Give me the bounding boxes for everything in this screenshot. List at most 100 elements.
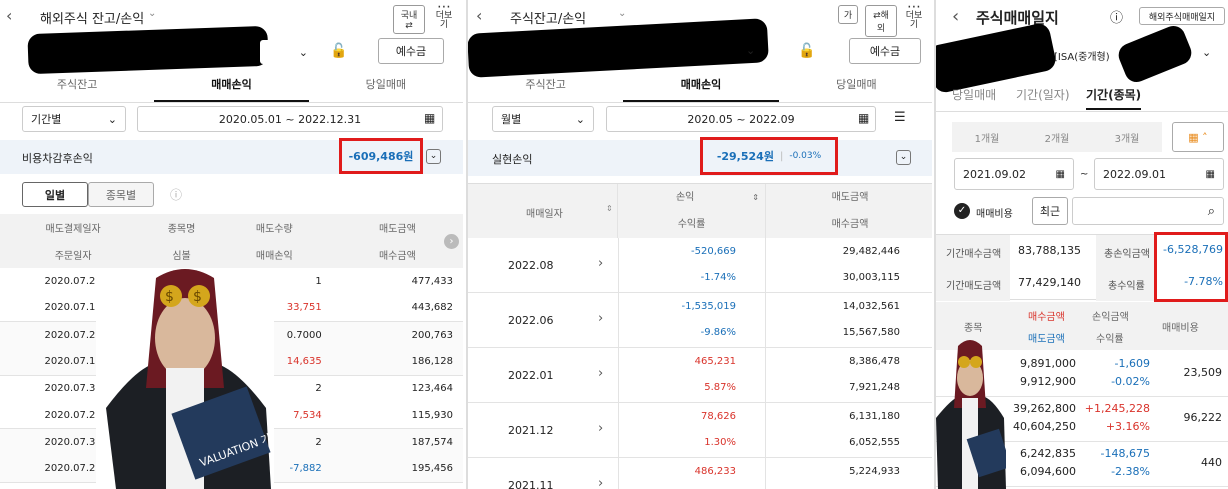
quick-1-month[interactable]: 1개월 [952, 130, 1022, 145]
col-header-date[interactable]: 매매일자 ⇕ [468, 184, 618, 238]
overseas-journal-button[interactable]: 해외주식매매일지 [1139, 7, 1225, 25]
tab-stock-balance[interactable]: 주식잔고 [0, 76, 154, 102]
stat-rate-value: -7.78% [1184, 275, 1223, 288]
col-header: 매매손익 [255, 250, 293, 262]
stat-buy-label: 기간매수금액 [946, 249, 1002, 260]
period-select[interactable]: 월별 ⌄ [492, 106, 594, 132]
account-select[interactable]: ⌄ [260, 40, 316, 64]
col-header[interactable]: 매도수량 [217, 214, 332, 240]
more-button[interactable]: ⋯ 더보기 [902, 0, 926, 30]
row-sell: 29,482,446 [842, 246, 900, 257]
row-sell: 8,386,478 [849, 356, 900, 367]
calendar-icon[interactable]: ▦ [858, 111, 869, 125]
main-tabs: 주식잔고 매매손익 당일매매 [468, 76, 932, 103]
summary-highlight: -609,486원 [339, 138, 423, 174]
more-button[interactable]: ⋯ 더보기 [432, 0, 456, 30]
tab-by-stock[interactable]: 종목별 [88, 182, 154, 207]
col-header[interactable]: 매도금액 [332, 214, 463, 240]
stat-buy-value: 83,788,135 [1018, 244, 1081, 257]
tab-today-trade[interactable]: 당일매매 [309, 76, 463, 102]
account-chevron-icon[interactable]: ⌄ [746, 44, 755, 57]
tab-period-stock[interactable]: 기간(종목) [1086, 86, 1142, 110]
row-rate: -2.38% [1111, 465, 1150, 478]
period-select[interactable]: 기간별 ⌄ [22, 106, 126, 132]
person-photo-small [936, 338, 1006, 489]
back-icon[interactable]: ‹ [476, 6, 482, 25]
month-row[interactable]: 2022.06 › -1,535,019 -9.86% 14,032,561 1… [468, 293, 932, 348]
row-buy: 30,003,115 [842, 272, 900, 283]
deposit-button[interactable]: 예수금 [849, 38, 921, 64]
stat-rate-label: 총수익률 [1108, 281, 1145, 292]
col-header-rate: 수익률 [618, 211, 766, 238]
date-range-field[interactable]: 2020.05 ~ 2022.09 [606, 106, 876, 132]
deposit-button[interactable]: 예수금 [378, 38, 444, 64]
month-row[interactable]: 2022.08 › -520,669 -1.74% 29,482,446 30,… [468, 238, 932, 293]
col-header-buy: 매수금액 [766, 211, 932, 238]
recent-button[interactable]: 최근 [1032, 197, 1068, 225]
expand-icon[interactable]: ⌄ [896, 150, 911, 165]
calendar-toggle-button[interactable]: ▦ ˄ [1172, 122, 1224, 152]
summary-label: 실현손익 [492, 153, 533, 166]
tab-trade-pl[interactable]: 매매손익 [623, 76, 779, 102]
chevron-right-icon[interactable]: › [598, 421, 603, 436]
person-photo-small-image [936, 340, 1006, 489]
col-header[interactable]: 종목명 [146, 214, 217, 240]
row-pl: +1,245,228 [1084, 402, 1150, 415]
tab-trade-pl[interactable]: 매매손익 [154, 76, 309, 102]
col-header-pl[interactable]: 손익 ⇕ [618, 184, 766, 211]
fee-checkbox[interactable]: ✓ [954, 203, 970, 219]
quick-2-month[interactable]: 2개월 [1022, 130, 1092, 145]
chevron-right-icon[interactable]: › [598, 311, 603, 326]
row-fee: 96,222 [1183, 411, 1223, 424]
quick-3-month[interactable]: 3개월 [1092, 130, 1162, 145]
col-header-sell: 매도금액 [1028, 334, 1065, 345]
col-header: 매수금액 [378, 250, 416, 262]
row-fee: 23,509 [1183, 366, 1223, 379]
tab-daily[interactable]: 일별 [22, 182, 88, 207]
row-fee: 440 [1201, 456, 1222, 469]
stock-search-input[interactable]: ⌕ [1072, 197, 1224, 225]
account-chevron-icon[interactable]: ⌄ [1202, 46, 1211, 59]
col-header[interactable]: 매도결제일자 [0, 214, 146, 240]
back-icon[interactable]: ‹ [6, 6, 12, 25]
date-range-field[interactable]: 2020.05.01 ~ 2022.12.31 [137, 106, 443, 132]
expand-icon[interactable]: ⌄ [426, 149, 441, 164]
stat-sell-label: 기간매도금액 [946, 281, 1002, 292]
chevron-right-icon[interactable]: › [598, 366, 603, 381]
tab-period-date[interactable]: 기간(일자) [1016, 86, 1070, 103]
scroll-right-icon[interactable]: › [444, 234, 459, 249]
col-header: 주문일자 [54, 250, 92, 262]
calendar-icon[interactable]: ▦ [424, 111, 435, 125]
row-buy: 15,567,580 [842, 327, 900, 338]
font-size-button[interactable]: 가 [838, 5, 858, 24]
start-date-field[interactable]: 2021.09.02 ▦ [954, 158, 1074, 190]
chevron-down-icon[interactable]: ⌄ [148, 8, 156, 19]
row-amount: 443,682 [331, 294, 463, 323]
back-icon[interactable]: ‹ [952, 6, 959, 27]
filter-settings-icon[interactable]: ☰ [894, 110, 906, 125]
month-row[interactable]: 2021.11 › 486,233 5,224,933 [468, 458, 932, 489]
domestic-toggle-button[interactable]: 국내⇄ [393, 5, 425, 34]
stat-sell-value: 77,429,140 [1018, 276, 1081, 289]
row-amount: 200,763 [411, 329, 453, 341]
chevron-right-icon[interactable]: › [598, 476, 603, 489]
search-icon[interactable]: ⌕ [1208, 204, 1215, 219]
row-amount: 123,464 [411, 383, 453, 395]
row-rate: 5.87% [704, 382, 736, 393]
info-icon[interactable]: ⓘ [1110, 7, 1123, 26]
info-icon[interactable]: ⓘ [170, 186, 182, 203]
tab-today[interactable]: 당일매매 [952, 86, 996, 103]
month-row[interactable]: 2022.01 › 465,231 5.87% 8,386,478 7,921,… [468, 348, 932, 403]
summary-value: -29,524원 [716, 150, 774, 163]
person-photo-image: $ $ VALUATION 기업가치 [106, 269, 274, 489]
row-sell: 14,032,561 [842, 301, 900, 312]
overseas-toggle-button[interactable]: ⇄해외 [865, 5, 897, 37]
row-month: 2022.08 [508, 259, 554, 272]
main-tabs: 주식잔고 매매손익 당일매매 [0, 76, 463, 103]
end-date-field[interactable]: 2022.09.01 ▦ [1094, 158, 1224, 190]
tab-stock-balance[interactable]: 주식잔고 [468, 76, 623, 102]
chevron-right-icon[interactable]: › [598, 256, 603, 271]
tab-today-trade[interactable]: 당일매매 [779, 76, 932, 102]
chevron-down-icon[interactable]: ⌄ [618, 8, 626, 19]
month-row[interactable]: 2021.12 › 78,626 1.30% 6,131,180 6,052,5… [468, 403, 932, 458]
